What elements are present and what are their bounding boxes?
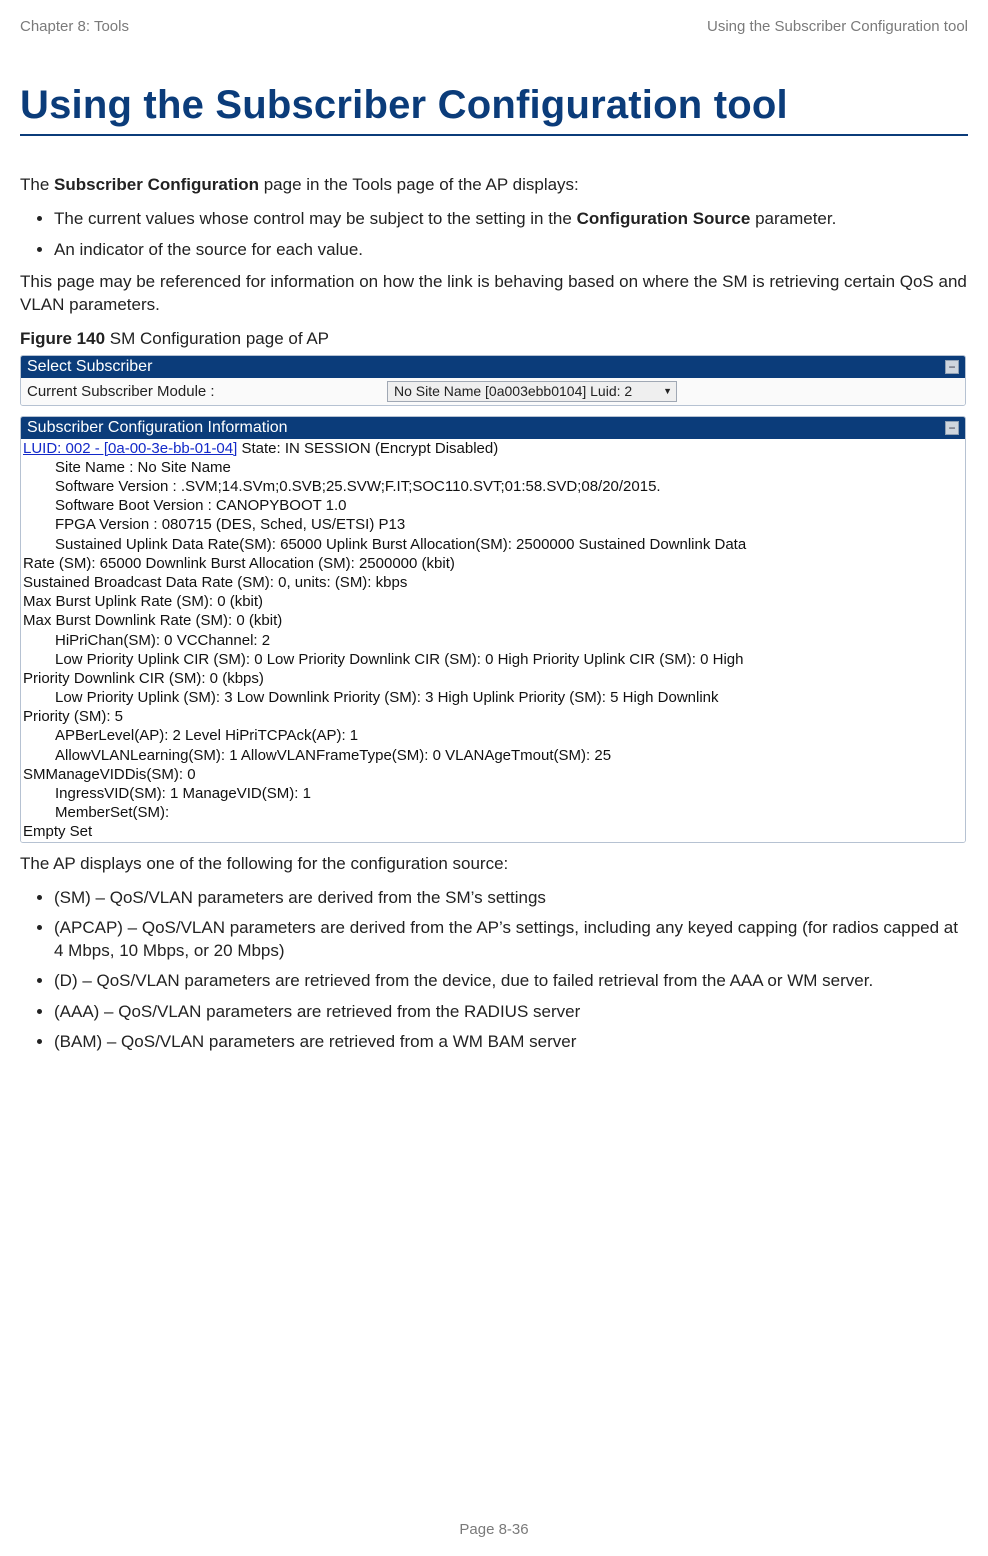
collapse-icon[interactable]: − <box>945 360 959 374</box>
config-source-bullet: (APCAP) – QoS/VLAN parameters are derive… <box>54 917 968 962</box>
intro-para-2: This page may be referenced for informat… <box>20 271 968 316</box>
info-line: AllowVLANLearning(SM): 1 AllowVLANFrameT… <box>55 746 963 765</box>
info-line: Priority Downlink CIR (SM): 0 (kbps) <box>23 669 963 688</box>
info-line: APBerLevel(AP): 2 Level HiPriTCPAck(AP):… <box>55 726 963 745</box>
page-footer: Page 8-36 <box>0 1521 988 1538</box>
select-subscriber-header: Select Subscriber − <box>21 356 965 378</box>
state-text: State: IN SESSION (Encrypt Disabled) <box>237 440 498 457</box>
intro-bullet-1: The current values whose control may be … <box>54 208 968 230</box>
figure-label-bold: Figure 140 <box>20 329 105 348</box>
intro-bullets: The current values whose control may be … <box>20 208 968 261</box>
info-line: Software Boot Version : CANOPYBOOT 1.0 <box>55 496 963 515</box>
luid-state-line: LUID: 002 - [0a-00-3e-bb-01-04] State: I… <box>23 439 963 458</box>
config-source-bullet: (BAM) – QoS/VLAN parameters are retrieve… <box>54 1031 968 1053</box>
header-left: Chapter 8: Tools <box>20 18 129 35</box>
config-source-bullet: (D) – QoS/VLAN parameters are retrieved … <box>54 970 968 992</box>
subscriber-dropdown[interactable]: No Site Name [0a003ebb0104] Luid: 2 <box>387 381 677 402</box>
info-line: SMManageVIDDis(SM): 0 <box>23 765 963 784</box>
info-line: MemberSet(SM): <box>55 803 963 822</box>
header-right: Using the Subscriber Configuration tool <box>707 18 968 35</box>
collapse-icon[interactable]: − <box>945 421 959 435</box>
subscriber-config-info-panel: Subscriber Configuration Information − L… <box>20 416 966 843</box>
info-line: Low Priority Uplink CIR (SM): 0 Low Prio… <box>55 650 963 669</box>
luid-link[interactable]: LUID: 002 - [0a-00-3e-bb-01-04] <box>23 440 237 457</box>
intro-bullet-2-text: An indicator of the source for each valu… <box>54 240 363 259</box>
subscriber-dropdown-selected: No Site Name [0a003ebb0104] Luid: 2 <box>394 383 632 399</box>
info-line: Sustained Broadcast Data Rate (SM): 0, u… <box>23 573 963 592</box>
info-line: Max Burst Uplink Rate (SM): 0 (kbit) <box>23 592 963 611</box>
current-subscriber-label: Current Subscriber Module : <box>27 383 387 400</box>
config-source-bullet: (SM) – QoS/VLAN parameters are derived f… <box>54 887 968 909</box>
intro-lead-bold: Subscriber Configuration <box>54 175 259 194</box>
intro-lead-post: page in the Tools page of the AP display… <box>259 175 579 194</box>
info-line: Empty Set <box>23 822 963 841</box>
subscriber-config-info-title: Subscriber Configuration Information <box>27 419 288 437</box>
intro-lead-pre: The <box>20 175 54 194</box>
select-subscriber-title: Select Subscriber <box>27 358 152 376</box>
intro-bullet-2: An indicator of the source for each valu… <box>54 239 968 261</box>
intro-bullet-1-bold: Configuration Source <box>577 209 751 228</box>
info-line: HiPriChan(SM): 0 VCChannel: 2 <box>55 631 963 650</box>
config-source-bullets: (SM) – QoS/VLAN parameters are derived f… <box>20 887 968 1054</box>
info-line: Site Name : No Site Name <box>55 458 963 477</box>
current-subscriber-row: Current Subscriber Module : No Site Name… <box>21 378 965 405</box>
info-line: Priority (SM): 5 <box>23 707 963 726</box>
info-line: FPGA Version : 080715 (DES, Sched, US/ET… <box>55 515 963 534</box>
subscriber-config-info-header: Subscriber Configuration Information − <box>21 417 965 439</box>
info-line: Sustained Uplink Data Rate(SM): 65000 Up… <box>55 535 963 554</box>
select-subscriber-panel: Select Subscriber − Current Subscriber M… <box>20 355 966 406</box>
intro-lead: The Subscriber Configuration page in the… <box>20 174 968 196</box>
info-line: Max Burst Downlink Rate (SM): 0 (kbit) <box>23 611 963 630</box>
figure-label-rest: SM Configuration page of AP <box>105 329 329 348</box>
after-lead: The AP displays one of the following for… <box>20 853 968 875</box>
intro-bullet-1-pre: The current values whose control may be … <box>54 209 577 228</box>
info-line: IngressVID(SM): 1 ManageVID(SM): 1 <box>55 784 963 803</box>
title-rule <box>20 134 968 136</box>
info-line: Software Version : .SVM;14.SVm;0.SVB;25.… <box>55 477 963 496</box>
subscriber-config-info-body: LUID: 002 - [0a-00-3e-bb-01-04] State: I… <box>21 439 965 842</box>
intro-bullet-1-post: parameter. <box>750 209 836 228</box>
info-line: Rate (SM): 65000 Downlink Burst Allocati… <box>23 554 963 573</box>
info-line: Low Priority Uplink (SM): 3 Low Downlink… <box>55 688 963 707</box>
page-title: Using the Subscriber Configuration tool <box>20 83 968 128</box>
config-source-bullet: (AAA) – QoS/VLAN parameters are retrieve… <box>54 1001 968 1023</box>
figure-caption: Figure 140 SM Configuration page of AP <box>20 328 968 350</box>
